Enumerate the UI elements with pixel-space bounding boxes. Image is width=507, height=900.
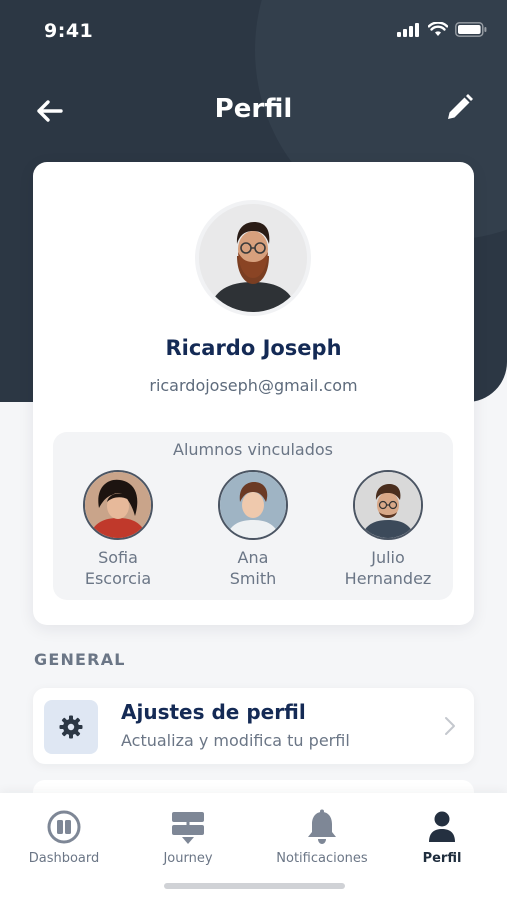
section-label-general: GENERAL xyxy=(34,650,126,669)
linked-students-panel: Alumnos vinculados Sofia Escorcia Ana Sm… xyxy=(53,432,453,600)
avatar-portrait xyxy=(199,204,307,312)
menu-icon-container xyxy=(44,700,98,754)
tab-journey[interactable]: Journey xyxy=(128,807,248,866)
nav-bar: Perfil xyxy=(0,86,507,136)
student-item[interactable]: Ana Smith xyxy=(188,470,318,589)
pencil-icon xyxy=(448,94,473,119)
tab-bar: Dashboard Journey Notificaciones Perfil xyxy=(0,793,507,900)
student-name: Ana Smith xyxy=(229,548,277,588)
avatar[interactable] xyxy=(195,200,311,316)
signpost-icon xyxy=(172,812,204,844)
profile-name: Ricardo Joseph xyxy=(165,336,342,360)
status-time: 9:41 xyxy=(44,20,94,42)
menu-item-title: Ajustes de perfil xyxy=(121,700,306,724)
menu-item-profile-settings[interactable]: Ajustes de perfil Actualiza y modifica t… xyxy=(33,688,474,764)
book-icon xyxy=(47,810,81,844)
student-name: Sofia Escorcia xyxy=(84,548,152,588)
student-avatar xyxy=(353,470,423,540)
tab-label: Perfil xyxy=(422,851,462,866)
tab-profile[interactable]: Perfil xyxy=(382,807,502,866)
bell-icon xyxy=(308,809,336,844)
student-avatar xyxy=(83,470,153,540)
menu-item-subtitle: Actualiza y modifica tu perfil xyxy=(121,731,350,750)
chevron-right-icon xyxy=(444,716,456,740)
gear-icon xyxy=(59,715,83,739)
student-avatar xyxy=(218,470,288,540)
wifi-icon xyxy=(428,22,448,36)
student-item[interactable]: Julio Hernandez xyxy=(323,470,453,589)
tab-label: Journey xyxy=(163,851,213,866)
user-icon xyxy=(429,811,455,842)
home-indicator xyxy=(164,883,345,889)
tab-notifications[interactable]: Notificaciones xyxy=(262,807,382,866)
tab-label: Dashboard xyxy=(28,851,100,866)
tab-label: Notificaciones xyxy=(276,851,368,866)
student-name: Julio Hernandez xyxy=(344,548,432,588)
tab-dashboard[interactable]: Dashboard xyxy=(4,807,124,866)
status-bar: 9:41 xyxy=(0,0,507,62)
battery-icon xyxy=(455,22,487,37)
profile-card: Ricardo Joseph ricardojoseph@gmail.com A… xyxy=(33,162,474,625)
page-title: Perfil xyxy=(214,94,293,124)
signal-icon xyxy=(397,22,419,37)
edit-button[interactable] xyxy=(441,90,477,126)
profile-email: ricardojoseph@gmail.com xyxy=(149,376,358,395)
student-item[interactable]: Sofia Escorcia xyxy=(53,470,183,589)
status-icons xyxy=(397,22,487,37)
linked-students-title: Alumnos vinculados xyxy=(173,440,333,459)
